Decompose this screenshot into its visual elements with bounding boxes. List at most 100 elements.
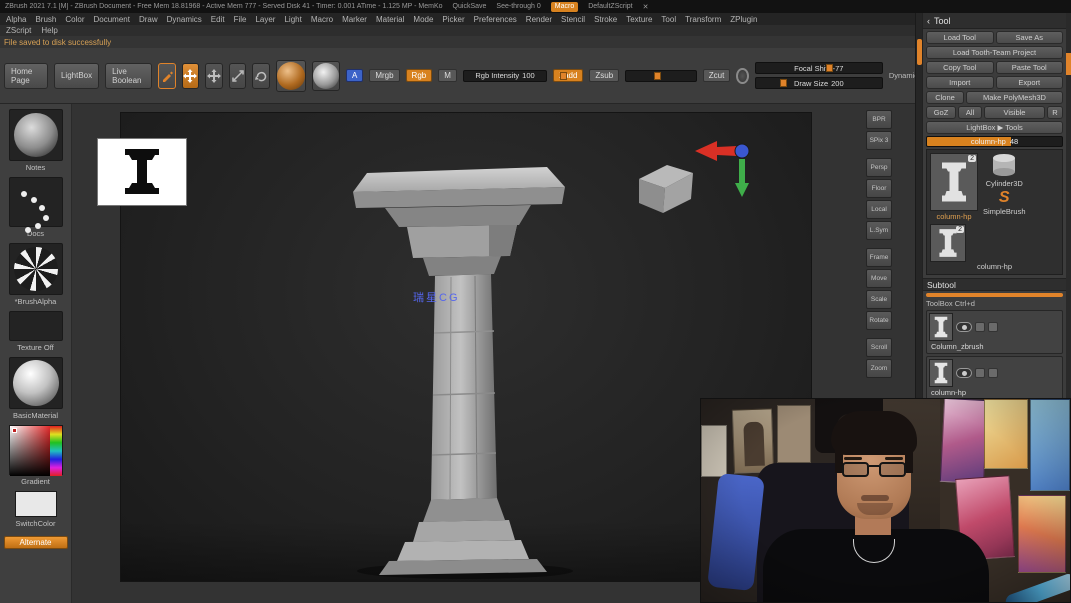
menu-marker[interactable]: Marker xyxy=(342,15,367,24)
menu-texture[interactable]: Texture xyxy=(626,15,652,24)
canvas-rotate-icon[interactable] xyxy=(736,68,749,84)
color-picker[interactable] xyxy=(9,425,63,475)
home-page-button[interactable]: Home Page xyxy=(4,63,48,89)
current-stroke-slot[interactable]: Docs xyxy=(9,177,63,238)
scale-view-button[interactable]: Scale xyxy=(866,290,892,309)
brush-thumb[interactable] xyxy=(9,109,63,161)
menu-light[interactable]: Light xyxy=(284,15,301,24)
draw-pointer-button[interactable] xyxy=(182,63,200,89)
alpha-thumb[interactable] xyxy=(9,243,63,295)
macro-chip[interactable]: Macro xyxy=(551,2,578,12)
all-button[interactable]: All xyxy=(958,106,982,119)
menu-preferences[interactable]: Preferences xyxy=(474,15,517,24)
menu-document[interactable]: Document xyxy=(94,15,130,24)
load-tool-button[interactable]: Load Tool xyxy=(926,31,994,44)
menu-render[interactable]: Render xyxy=(526,15,552,24)
local-button[interactable]: Local xyxy=(866,200,892,219)
scale-button[interactable] xyxy=(229,63,247,89)
subtool-note-row[interactable] xyxy=(926,293,1063,297)
active-tool-thumb[interactable]: 2 xyxy=(930,153,978,211)
current-material-slot[interactable]: BasicMaterial xyxy=(9,357,63,420)
menu-zscript[interactable]: ZScript xyxy=(6,26,31,35)
rotate-view-button[interactable]: Rotate xyxy=(866,311,892,330)
rgb-intensity-slider[interactable]: Rgb Intensity 100 xyxy=(463,70,547,82)
menu-stroke[interactable]: Stroke xyxy=(594,15,617,24)
clone-button[interactable]: Clone xyxy=(926,91,964,104)
save-as-button[interactable]: Save As xyxy=(996,31,1064,44)
subtool-thumb[interactable] xyxy=(929,313,953,341)
make-polymesh3d-button[interactable]: Make PolyMesh3D xyxy=(966,91,1063,104)
zoom-button[interactable]: Zoom xyxy=(866,359,892,378)
r-button[interactable]: R xyxy=(1047,106,1063,119)
zcut-button[interactable]: Zcut xyxy=(703,69,731,82)
color-picker-slot[interactable]: Gradient xyxy=(9,425,63,486)
copy-tool-button[interactable]: Copy Tool xyxy=(926,61,994,74)
lightbox-button[interactable]: LightBox xyxy=(54,63,99,89)
rotate-button[interactable] xyxy=(252,63,270,89)
export-button[interactable]: Export xyxy=(996,76,1064,89)
scroll-button[interactable]: Scroll xyxy=(866,338,892,357)
lsym-button[interactable]: L.Sym xyxy=(866,221,892,240)
simplebrush-slot[interactable]: S SimpleBrush xyxy=(983,189,1026,216)
collapse-chevron-icon[interactable]: ‹ xyxy=(927,16,930,26)
tool-panel-header[interactable]: ‹ Tool xyxy=(923,13,1066,29)
see-through-control[interactable]: See-through 0 xyxy=(496,3,540,10)
dynamic-label[interactable]: Dynamic xyxy=(889,71,918,80)
saturation-field[interactable] xyxy=(10,426,52,476)
goz-button[interactable]: GoZ xyxy=(926,106,956,119)
eye-visibility-icon[interactable] xyxy=(956,322,972,332)
draw-size-handle[interactable] xyxy=(780,79,787,87)
live-boolean-button[interactable]: Live Boolean xyxy=(105,63,152,89)
paint-toggle-icon[interactable] xyxy=(988,368,998,378)
move-button[interactable] xyxy=(205,63,223,89)
paste-tool-button[interactable]: Paste Tool xyxy=(996,61,1064,74)
menu-alpha[interactable]: Alpha xyxy=(6,15,26,24)
menu-edit[interactable]: Edit xyxy=(211,15,225,24)
current-alpha-slot[interactable]: *BrushAlpha xyxy=(9,243,63,306)
material-thumb[interactable] xyxy=(9,357,63,409)
quicksave-button[interactable]: QuickSave xyxy=(453,3,487,10)
project-button[interactable]: Load Tooth-Team Project xyxy=(926,46,1063,59)
move-view-button[interactable]: Move xyxy=(866,269,892,288)
draw-size-slider[interactable]: Draw Size 200 xyxy=(755,77,883,89)
bpr-button[interactable]: BPR xyxy=(866,110,892,129)
close-icon[interactable]: ✕ xyxy=(643,3,649,11)
menu-dynamics[interactable]: Dynamics xyxy=(167,15,202,24)
eye-visibility-icon[interactable] xyxy=(956,368,972,378)
menu-stencil[interactable]: Stencil xyxy=(561,15,585,24)
visible-button[interactable]: Visible xyxy=(984,106,1045,119)
frame-button[interactable]: Frame xyxy=(866,248,892,267)
edit-object-button[interactable] xyxy=(158,63,176,89)
current-brush-slot[interactable]: Notes xyxy=(9,109,63,172)
rgb-intensity-handle[interactable] xyxy=(560,72,567,80)
menu-layer[interactable]: Layer xyxy=(255,15,275,24)
zsub-button[interactable]: Zsub xyxy=(589,69,619,82)
alpha-preview-thumbnail[interactable] xyxy=(97,138,187,206)
secondary-tool-thumb[interactable]: 2 xyxy=(930,224,966,262)
subtool-thumb[interactable] xyxy=(929,359,953,387)
color-swatch-slot[interactable]: SwitchColor xyxy=(15,491,57,528)
current-alpha-button[interactable] xyxy=(312,61,340,91)
secondary-tool-slot[interactable]: 2 column-hp xyxy=(930,224,1059,271)
stroke-thumb[interactable] xyxy=(9,177,63,227)
menu-macro[interactable]: Macro xyxy=(311,15,333,24)
menu-help[interactable]: Help xyxy=(41,26,57,35)
sculpt-toggle-icon[interactable] xyxy=(975,368,985,378)
main-color-swatch[interactable] xyxy=(15,491,57,517)
active-tool-slot[interactable]: 2 column-hp xyxy=(930,153,978,221)
scrollbar-thumb[interactable] xyxy=(1066,53,1071,75)
subtool-slider[interactable] xyxy=(926,293,1063,297)
current-brush-button[interactable] xyxy=(276,60,306,92)
z-intensity-slider[interactable] xyxy=(625,70,697,82)
lightbox-tools-button[interactable]: LightBox ▶ Tools xyxy=(926,121,1063,134)
menu-draw[interactable]: Draw xyxy=(139,15,158,24)
menu-material[interactable]: Material xyxy=(376,15,404,24)
rgb-button[interactable]: Rgb xyxy=(406,69,433,82)
menu-tool[interactable]: Tool xyxy=(661,15,676,24)
hue-strip[interactable] xyxy=(50,426,62,476)
texture-thumb[interactable] xyxy=(9,311,63,341)
menu-picker[interactable]: Picker xyxy=(442,15,464,24)
menu-color[interactable]: Color xyxy=(65,15,84,24)
axis-gizmo[interactable] xyxy=(637,133,753,221)
tool-slider[interactable]: column-hp 48 xyxy=(926,136,1063,147)
